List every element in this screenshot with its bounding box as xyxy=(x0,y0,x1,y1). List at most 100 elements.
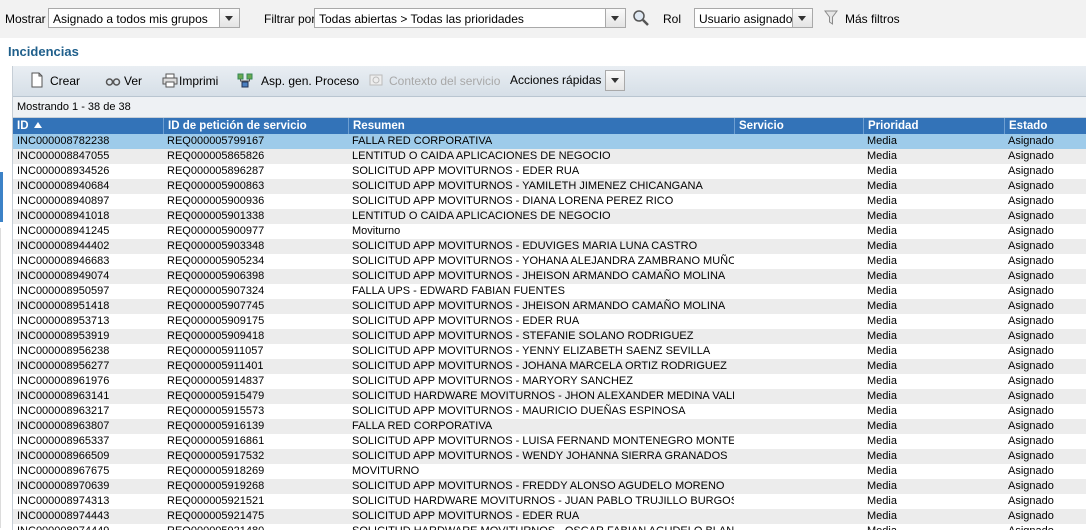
col-prioridad-header[interactable]: Prioridad xyxy=(863,118,1004,134)
col-estado-header[interactable]: Estado xyxy=(1004,118,1086,134)
table-row[interactable]: INC000008974313 REQ000005921521 SOLICITUD … xyxy=(13,494,1086,509)
results-count: Mostrando 1 - 38 de 38 xyxy=(17,101,131,113)
cell-req-id: REQ000005911401 xyxy=(167,360,264,372)
cell-prioridad: Media xyxy=(867,465,897,477)
table-row[interactable]: INC000008956238 REQ000005911057 SOLICITUD … xyxy=(13,344,1086,359)
cell-prioridad: Media xyxy=(867,135,897,147)
table-row[interactable]: INC000008961976 REQ000005914837 SOLICITUD … xyxy=(13,374,1086,389)
cell-id: INC000008940897 xyxy=(17,195,110,207)
table-row[interactable]: INC000008944402 REQ000005903348 SOLICITUD … xyxy=(13,239,1086,254)
chevron-down-icon[interactable] xyxy=(606,71,624,90)
sort-ascending-icon[interactable] xyxy=(33,122,42,128)
funnel-icon[interactable] xyxy=(824,10,838,26)
cell-resumen: SOLICITUD APP MOVITURNOS - STEFANIE SOLA… xyxy=(352,330,694,342)
cell-resumen: MOVITURNO xyxy=(352,465,420,477)
col-id-label: ID xyxy=(17,120,29,132)
table-row[interactable]: INC000008951418 REQ000005907745 SOLICITUD … xyxy=(13,299,1086,314)
cell-servicio xyxy=(734,134,863,149)
table-row[interactable]: INC000008966509 REQ000005917532 SOLICITUD … xyxy=(13,449,1086,464)
table-row[interactable]: INC000008953919 REQ000005909418 SOLICITUD … xyxy=(13,329,1086,344)
cell-resumen: SOLICITUD HARDWARE MOVITURNOS - JUAN PAB… xyxy=(352,495,734,507)
cell-estado: Asignado xyxy=(1008,435,1054,447)
mostrar-select[interactable]: Asignado a todos mis grupos xyxy=(48,8,240,28)
table-row[interactable]: INC000008950597 REQ000005907324 FALLA UPS … xyxy=(13,284,1086,299)
filtrar-label: Filtrar por xyxy=(264,12,316,26)
table-row[interactable]: INC000008941018 REQ000005901338 LENTITUD O… xyxy=(13,209,1086,224)
table-row[interactable]: INC000008963217 REQ000005915573 SOLICITUD … xyxy=(13,404,1086,419)
acciones-rapidas-label[interactable]: Acciones rápidas xyxy=(510,73,601,87)
table-row[interactable]: INC000008963141 REQ000005915479 SOLICITUD … xyxy=(13,389,1086,404)
mostrar-value: Asignado a todos mis grupos xyxy=(53,12,208,26)
cell-id: INC000008944402 xyxy=(17,240,110,252)
search-icon[interactable] xyxy=(632,9,650,27)
cell-req-id: REQ000005896287 xyxy=(167,165,265,177)
cell-prioridad: Media xyxy=(867,495,897,507)
acciones-rapidas-dropdown[interactable] xyxy=(605,70,625,91)
table-row[interactable]: INC000008963807 REQ000005916139 FALLA RED … xyxy=(13,419,1086,434)
cell-req-id: REQ000005915573 xyxy=(167,405,265,417)
chevron-down-icon[interactable] xyxy=(605,9,625,27)
col-resumen-header[interactable]: Resumen xyxy=(348,118,734,134)
cell-req-id: REQ000005907745 xyxy=(167,300,265,312)
table-row[interactable]: INC000008949074 REQ000005906398 SOLICITUD … xyxy=(13,269,1086,284)
cell-prioridad: Media xyxy=(867,180,897,192)
chevron-down-icon[interactable] xyxy=(792,9,812,27)
side-marker xyxy=(0,172,3,222)
table-row[interactable]: INC000008934526 REQ000005896287 SOLICITUD … xyxy=(13,164,1086,179)
cell-id: INC000008967675 xyxy=(17,465,110,477)
cell-id: INC000008956277 xyxy=(17,360,110,372)
table-row[interactable]: INC000008974449REQ000005921480SOLICITUD … xyxy=(13,524,1086,530)
cell-id: INC000008974313 xyxy=(17,495,110,507)
rol-select[interactable]: Usuario asignado xyxy=(694,8,813,28)
cell-req-id: REQ000005909175 xyxy=(167,315,265,327)
filter-bar: Mostrar Asignado a todos mis grupos Filt… xyxy=(0,0,1086,38)
cell-resumen: Moviturno xyxy=(352,225,401,237)
table-row[interactable]: INC000008847055 REQ000005865826 LENTITUD O… xyxy=(13,149,1086,164)
table-row[interactable]: INC000008956277 REQ000005911401 SOLICITUD … xyxy=(13,359,1086,374)
ver-button[interactable]: Ver xyxy=(124,74,142,88)
table-row[interactable]: INC000008940897 REQ000005900936 SOLICITUD … xyxy=(13,194,1086,209)
table-row[interactable]: INC000008953713 REQ000005909175 SOLICITUD … xyxy=(13,314,1086,329)
crear-button[interactable]: Crear xyxy=(50,74,80,88)
rol-value: Usuario asignado xyxy=(699,12,793,26)
cell-servicio xyxy=(734,254,863,269)
cell-servicio xyxy=(734,299,863,314)
cell-servicio xyxy=(734,314,863,329)
cell-req-id: REQ000005900863 xyxy=(167,180,265,192)
chevron-down-icon[interactable] xyxy=(219,9,239,27)
table-header: ID ID de petición de servicio Resumen Se… xyxy=(13,118,1086,134)
table-row[interactable]: INC000008946683 REQ000005905234 SOLICITUD … xyxy=(13,254,1086,269)
cell-estado: Asignado xyxy=(1008,285,1054,297)
cell-req-id: REQ000005911057 xyxy=(167,345,264,357)
table-row[interactable]: INC000008970639 REQ000005919268 SOLICITUD … xyxy=(13,479,1086,494)
cell-prioridad: Media xyxy=(867,450,897,462)
imprimir-button[interactable]: Imprimi xyxy=(179,74,218,88)
table-row[interactable]: INC000008940684 REQ000005900863 SOLICITUD … xyxy=(13,179,1086,194)
col-id-header[interactable]: ID xyxy=(13,118,163,134)
asp-gen-proceso-button[interactable]: Asp. gen. Proceso xyxy=(261,74,359,88)
cell-id: INC000008941245 xyxy=(17,225,110,237)
table-row[interactable]: INC000008974443 REQ000005921475 SOLICITUD … xyxy=(13,509,1086,524)
col-servicio-header[interactable]: Servicio xyxy=(734,118,863,134)
incidents-panel: Crear Ver Imprimi Asp. gen. Proceso Cont… xyxy=(12,66,1086,530)
cell-servicio xyxy=(734,344,863,359)
cell-req-id: REQ000005919268 xyxy=(167,480,265,492)
cell-req-id: REQ000005906398 xyxy=(167,270,265,282)
table-row[interactable]: INC000008965337 REQ000005916861 SOLICITUD … xyxy=(13,434,1086,449)
filtrar-select[interactable]: Todas abiertas > Todas las prioridades xyxy=(314,8,626,28)
table-row[interactable]: INC000008967675 REQ000005918269 MOVITURNO M… xyxy=(13,464,1086,479)
table-row[interactable]: INC000008941245 REQ000005900977 Moviturno M… xyxy=(13,224,1086,239)
cell-req-id: REQ000005916139 xyxy=(167,420,265,432)
cell-req-id: REQ000005909418 xyxy=(167,330,265,342)
page-title: Incidencias xyxy=(8,44,79,59)
toolbar: Crear Ver Imprimi Asp. gen. Proceso Cont… xyxy=(13,66,1086,97)
cell-prioridad: Media xyxy=(867,150,897,162)
table-row[interactable]: INC000008782238 REQ000005799167 FALLA RED … xyxy=(13,134,1086,149)
mas-filtros-link[interactable]: Más filtros xyxy=(845,12,900,26)
cell-id: INC000008970639 xyxy=(17,480,110,492)
cell-servicio xyxy=(734,194,863,209)
cell-prioridad: Media xyxy=(863,524,1004,530)
cell-req-id: REQ000005903348 xyxy=(167,240,265,252)
context-icon xyxy=(369,74,383,86)
col-req-header[interactable]: ID de petición de servicio xyxy=(163,118,348,134)
